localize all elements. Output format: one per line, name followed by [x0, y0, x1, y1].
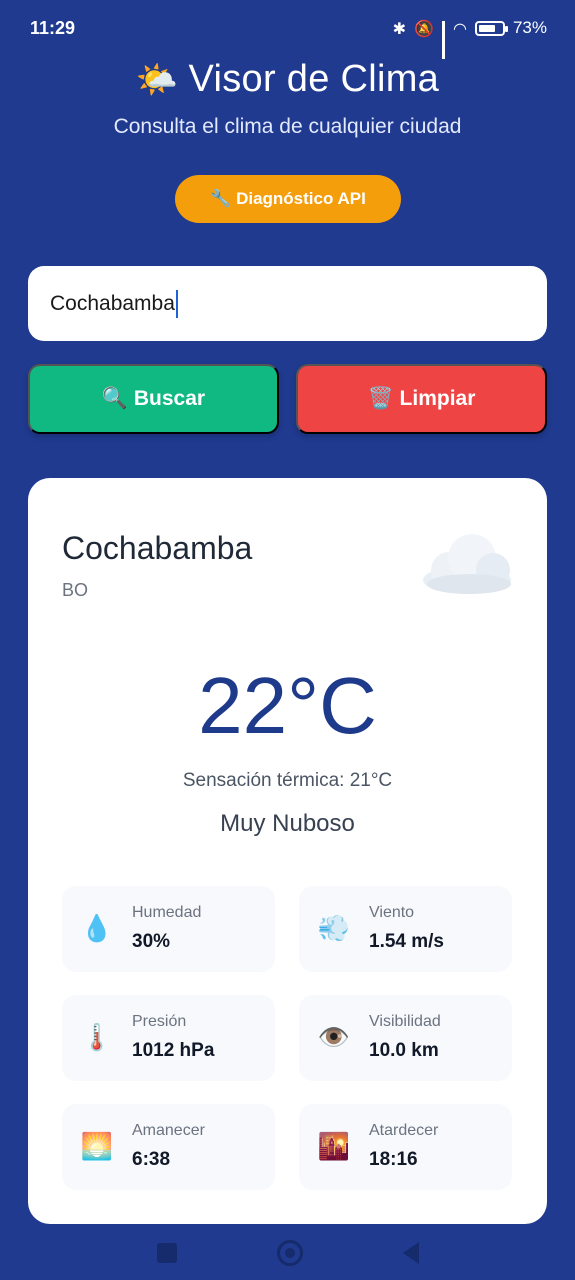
thermometer-icon: 🌡️: [80, 1023, 114, 1053]
detail-value: 18:16: [369, 1149, 418, 1170]
city-search-input[interactable]: Cochabamba: [28, 266, 547, 341]
wind-icon: 💨: [317, 914, 351, 944]
wifi-icon: ◠: [453, 18, 467, 38]
bluetooth-icon: ✱: [392, 18, 407, 38]
back-icon[interactable]: [402, 1242, 419, 1264]
signal-icon: [442, 21, 445, 59]
detail-label: Atardecer: [369, 1122, 439, 1139]
recents-icon[interactable]: [156, 1243, 177, 1263]
detail-sunrise: 🌅 Amanecer 6:38: [62, 1104, 275, 1190]
sunset-icon: 🌇: [317, 1132, 351, 1162]
app-title: 🌤️ Visor de Clima: [0, 58, 575, 101]
eye-icon: 👁️: [317, 1023, 351, 1053]
detail-visibility: 👁️ Visibilidad 10.0 km: [299, 995, 512, 1081]
detail-value: 1.54 m/s: [369, 931, 444, 952]
weather-condition: Muy Nuboso: [220, 810, 355, 837]
detail-label: Presión: [132, 1013, 187, 1030]
droplet-icon: 💧: [80, 914, 114, 944]
search-button[interactable]: 🔍 Buscar: [28, 364, 279, 434]
battery-percent: 73%: [512, 18, 547, 37]
detail-value: 30%: [132, 931, 171, 952]
home-icon[interactable]: [276, 1240, 303, 1266]
app-title-text: Visor de Clima: [188, 58, 440, 100]
detail-label: Humedad: [132, 904, 202, 921]
battery-icon: [474, 20, 508, 36]
detail-value: 10.0 km: [369, 1040, 439, 1061]
app-subtitle: Consulta el clima de cualquier ciudad: [113, 115, 462, 138]
detail-label: Visibilidad: [369, 1013, 441, 1030]
mute-icon: 🔕: [414, 18, 434, 38]
system-nav-bar: [0, 1226, 575, 1280]
status-icons: ✱ 🔕 ◠ 73%: [392, 18, 547, 59]
weather-card: Cochabamba BO 22°C Sensación térmica: 21…: [28, 478, 547, 1224]
sunrise-icon: 🌅: [80, 1132, 114, 1162]
feels-like: Sensación térmica: 21°C: [182, 770, 393, 791]
sun-cloud-icon: 🌤️: [135, 61, 179, 99]
city-search-value: Cochabamba: [50, 291, 175, 315]
clear-button[interactable]: 🗑️ Limpiar: [296, 364, 547, 434]
country-code: BO: [62, 580, 89, 600]
diagnostic-api-button[interactable]: 🔧 Diagnóstico API: [175, 175, 401, 223]
app-header: 🌤️ Visor de Clima Consulta el clima de cu…: [0, 58, 575, 139]
city-name: Cochabamba: [62, 530, 253, 566]
temperature: 22°C: [198, 661, 377, 750]
detail-value: 1012 hPa: [132, 1040, 215, 1061]
detail-value: 6:38: [132, 1149, 171, 1170]
detail-label: Amanecer: [132, 1122, 205, 1139]
detail-sunset: 🌇 Atardecer 18:16: [299, 1104, 512, 1190]
detail-humidity: 💧 Humedad 30%: [62, 886, 275, 972]
detail-pressure: 🌡️ Presión 1012 hPa: [62, 995, 275, 1081]
status-time: 11:29: [30, 17, 76, 38]
status-bar: 11:29 ✱ 🔕 ◠ 73%: [0, 0, 575, 59]
detail-wind: 💨 Viento 1.54 m/s: [299, 886, 512, 972]
cloud-icon: [423, 534, 511, 594]
detail-label: Viento: [369, 904, 415, 921]
text-caret: [175, 289, 178, 318]
